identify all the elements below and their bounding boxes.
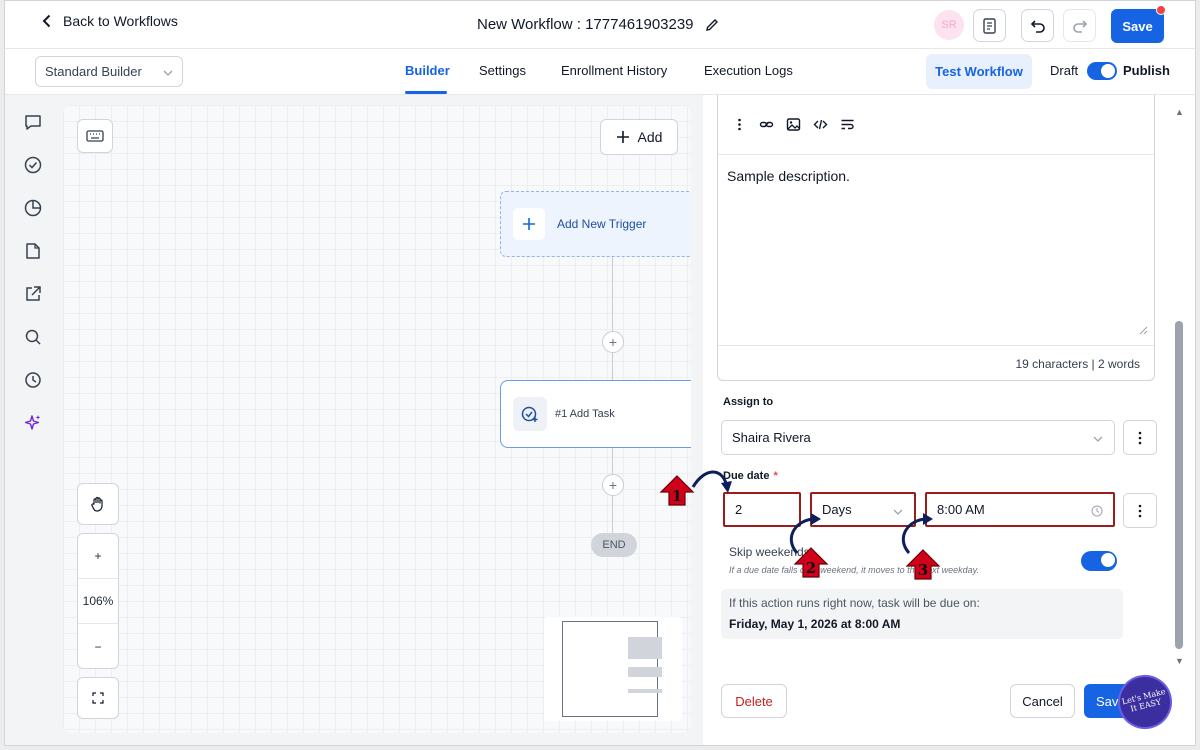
step-2-label: 2 [806, 559, 816, 577]
step-1-label: 1 [672, 487, 682, 505]
step-1-marker: 1 [659, 470, 732, 506]
app-frame: Back to Workflows New Workflow : 1777461… [4, 0, 1196, 746]
step-3-label: 3 [918, 561, 928, 579]
step-3-marker: 3 [901, 513, 941, 580]
annotation-overlay: 1 2 3 [659, 470, 941, 580]
step-2-marker: 2 [789, 513, 829, 578]
